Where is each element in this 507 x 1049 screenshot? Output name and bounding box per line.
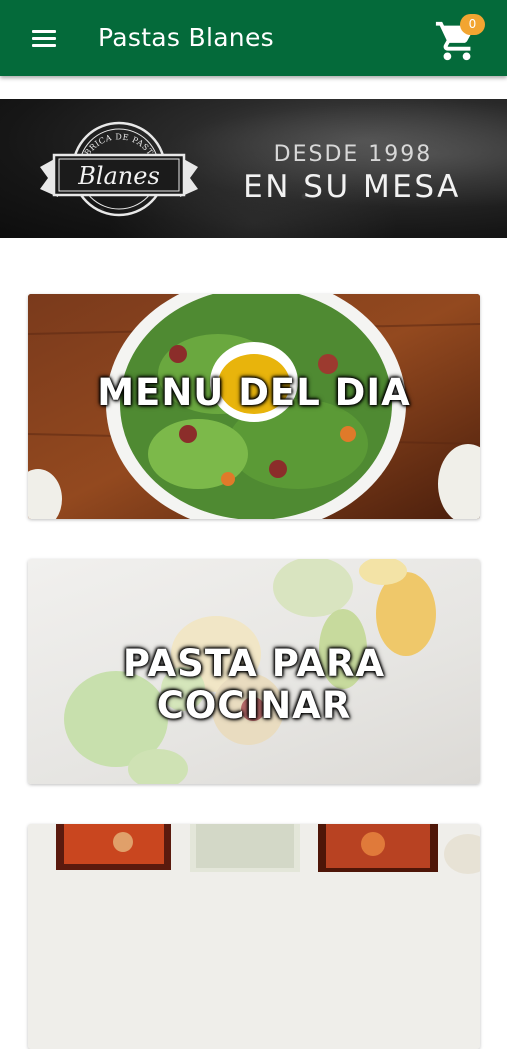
cart-count-badge: 0 bbox=[460, 14, 485, 35]
category-label: MENU DEL DIA bbox=[97, 371, 411, 414]
category-label-line: COCINAR bbox=[156, 684, 352, 727]
sauces-photo bbox=[28, 824, 480, 1049]
category-label: PASTA PARA COCINAR bbox=[28, 643, 480, 727]
blanes-logo: FÁBRICA DE PASTAS Blanes bbox=[36, 119, 198, 217]
category-card-menu-del-dia[interactable]: MENU DEL DIA bbox=[28, 294, 480, 519]
app-title: Pastas Blanes bbox=[98, 23, 274, 52]
menu-icon-line bbox=[32, 37, 56, 40]
category-card-salsas[interactable] bbox=[28, 824, 480, 1049]
menu-icon-line bbox=[32, 30, 56, 33]
category-label-line: PASTA PARA bbox=[122, 642, 386, 685]
svg-text:Blanes: Blanes bbox=[77, 162, 160, 190]
hero-tagline-big: EN SU MESA bbox=[243, 169, 461, 205]
app-bar: Pastas Blanes 0 bbox=[0, 0, 507, 76]
hero-tagline-small: DESDE 1998 bbox=[273, 142, 433, 167]
category-card-pasta-para-cocinar[interactable]: PASTA PARA COCINAR bbox=[28, 559, 480, 784]
hero-banner: FÁBRICA DE PASTAS Blanes DESDE 1998 EN S… bbox=[0, 99, 507, 238]
cart-button[interactable]: 0 bbox=[428, 12, 490, 68]
menu-icon-line bbox=[32, 44, 56, 47]
menu-icon[interactable] bbox=[22, 24, 66, 54]
